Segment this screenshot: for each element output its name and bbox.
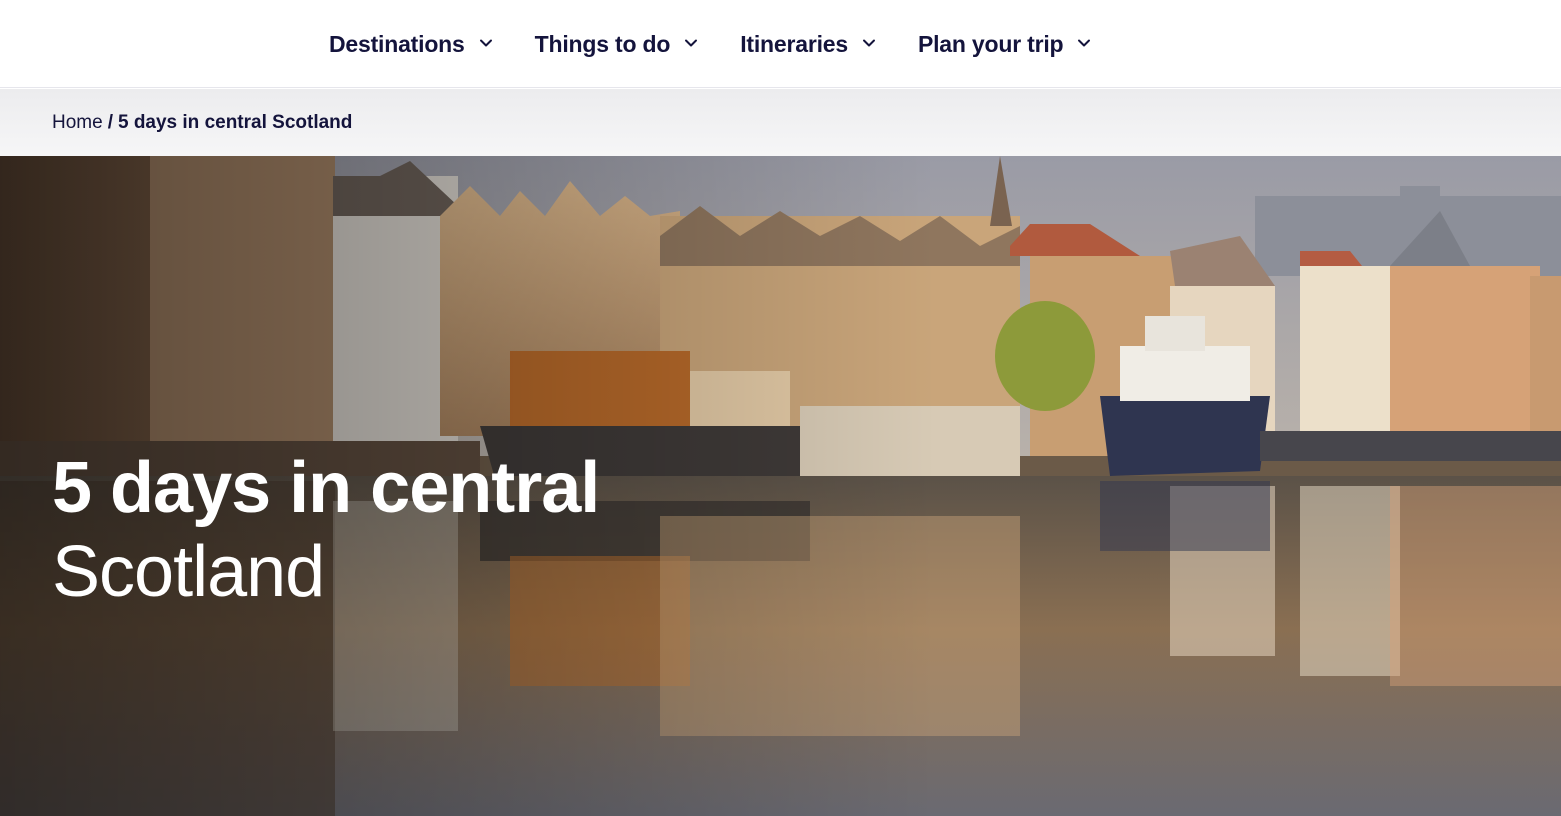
main-menu: Destinations Things to do Itineraries Pl…: [329, 0, 1091, 88]
breadcrumb: Home / 5 days in central Scotland: [52, 89, 352, 156]
page-title-line-1: 5 days in central: [52, 448, 600, 528]
nav-item-itineraries[interactable]: Itineraries: [740, 31, 876, 58]
top-navigation: Destinations Things to do Itineraries Pl…: [0, 0, 1561, 88]
page-title: 5 days in central Scotland: [52, 446, 600, 614]
nav-item-things-to-do[interactable]: Things to do: [535, 31, 699, 58]
hero-banner: 5 days in central Scotland: [0, 156, 1561, 816]
breadcrumb-separator: /: [107, 111, 113, 133]
chevron-down-icon: [862, 36, 876, 50]
breadcrumb-home-link[interactable]: Home: [52, 112, 103, 134]
nav-item-label: Destinations: [329, 30, 465, 57]
nav-item-label: Things to do: [534, 30, 671, 57]
nav-item-plan-your-trip[interactable]: Plan your trip: [918, 31, 1091, 58]
chevron-down-icon: [1077, 36, 1091, 50]
chevron-down-icon: [479, 36, 493, 50]
chevron-down-icon: [684, 36, 698, 50]
nav-item-label: Itineraries: [740, 30, 848, 57]
breadcrumb-current: 5 days in central Scotland: [117, 111, 353, 133]
page-title-line-2: Scotland: [52, 532, 325, 612]
nav-item-label: Plan your trip: [917, 30, 1064, 57]
nav-item-destinations[interactable]: Destinations: [329, 31, 493, 58]
breadcrumb-bar: Home / 5 days in central Scotland: [0, 89, 1561, 156]
